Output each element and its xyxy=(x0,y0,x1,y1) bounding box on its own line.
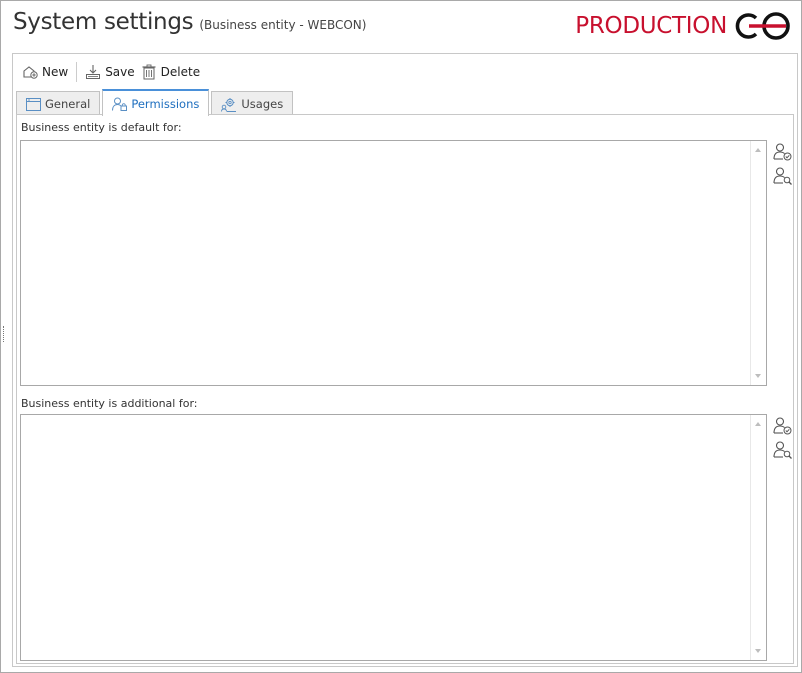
default-for-actions xyxy=(773,142,793,190)
gear-users-icon xyxy=(221,97,237,112)
toolbar: New Save Delete xyxy=(19,60,203,84)
additional-for-actions xyxy=(773,416,793,464)
scroll-down-arrow-icon[interactable] xyxy=(755,374,761,378)
tab-permissions-label: Permissions xyxy=(131,96,200,111)
new-icon xyxy=(23,66,38,79)
search-user-button[interactable] xyxy=(773,166,793,186)
trash-icon xyxy=(142,64,156,80)
tab-usages[interactable]: Usages xyxy=(211,91,294,116)
delete-button-label: Delete xyxy=(160,65,201,79)
save-icon xyxy=(86,65,101,79)
search-user-button[interactable] xyxy=(773,440,793,460)
environment-indicator: PRODUCTION xyxy=(575,9,793,43)
user-search-icon xyxy=(773,441,792,459)
tab-usages-label: Usages xyxy=(241,97,284,111)
add-user-button[interactable] xyxy=(773,416,793,436)
new-button[interactable]: New xyxy=(19,60,71,84)
additional-for-scrollbar[interactable] xyxy=(750,415,766,660)
window-icon xyxy=(26,97,41,111)
new-button-label: New xyxy=(42,65,69,79)
settings-panel: New Save Delete General Permissions Usag… xyxy=(12,53,798,667)
page-subtitle: (Business entity - WEBCON) xyxy=(199,18,367,32)
tab-permissions[interactable]: Permissions xyxy=(102,89,210,116)
scroll-up-arrow-icon[interactable] xyxy=(755,148,761,152)
tab-general[interactable]: General xyxy=(16,91,101,116)
user-lock-icon xyxy=(112,97,128,111)
scroll-up-arrow-icon[interactable] xyxy=(755,422,761,426)
save-button-label: Save xyxy=(105,65,135,79)
user-search-icon xyxy=(773,167,792,185)
additional-for-label: Business entity is additional for: xyxy=(21,397,198,410)
window-frame: System settings (Business entity - WEBCO… xyxy=(0,0,802,673)
user-add-icon xyxy=(773,143,792,161)
save-button[interactable]: Save xyxy=(82,60,137,84)
scroll-down-arrow-icon[interactable] xyxy=(755,649,761,653)
tab-general-label: General xyxy=(45,97,91,111)
page-header: System settings (Business entity - WEBCO… xyxy=(13,9,366,45)
permissions-tab-content: Business entity is default for: Business… xyxy=(16,114,794,664)
add-user-button[interactable] xyxy=(773,142,793,162)
toolbar-separator xyxy=(76,62,78,82)
tab-strip: General Permissions Usages xyxy=(16,89,295,116)
default-for-scrollbar[interactable] xyxy=(750,141,766,385)
webcon-logo-icon xyxy=(735,12,790,40)
default-for-label: Business entity is default for: xyxy=(21,121,182,134)
page-title: System settings xyxy=(13,9,194,35)
default-for-list[interactable] xyxy=(20,140,767,386)
environment-label: PRODUCTION xyxy=(575,13,727,39)
user-add-icon xyxy=(773,417,792,435)
splitter-grip[interactable] xyxy=(3,326,5,342)
additional-for-list[interactable] xyxy=(20,414,767,661)
delete-button[interactable]: Delete xyxy=(138,60,203,84)
